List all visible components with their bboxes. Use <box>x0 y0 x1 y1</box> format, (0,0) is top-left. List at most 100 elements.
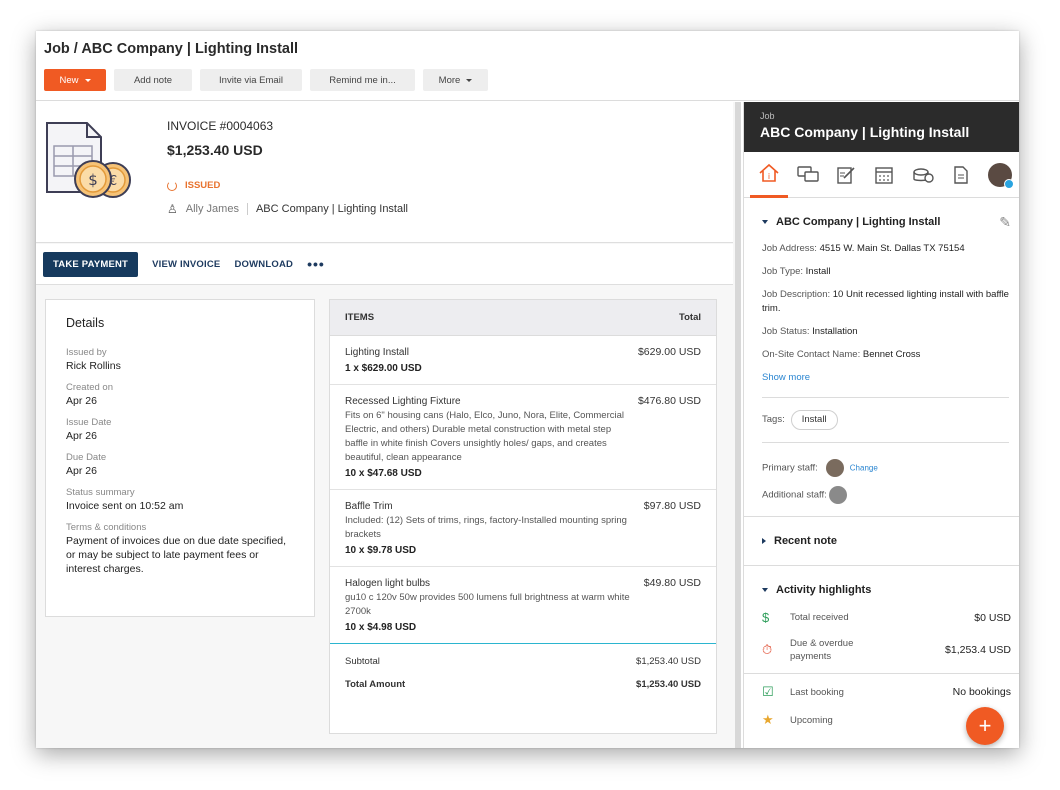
detail-key: Status summary <box>66 487 135 498</box>
user-badge-icon <box>1003 178 1014 189</box>
item-amount: $629.00 USD <box>637 346 701 358</box>
subtotal-row: Subtotal $1,253.40 USD <box>330 656 716 667</box>
more-actions-icon[interactable]: ••• <box>307 256 325 272</box>
status-label: ISSUED <box>185 180 221 191</box>
field-key: Job Address: <box>762 243 817 254</box>
total-label: Total Amount <box>345 679 406 690</box>
subtotal-label: Subtotal <box>345 656 380 667</box>
tag-pill[interactable]: Install <box>790 410 838 430</box>
totals-divider <box>330 643 716 644</box>
activity-section: Activity highlights <box>744 566 1019 604</box>
details-title: Details <box>66 316 105 330</box>
detail-field: Terms & conditions Payment of invoices du… <box>66 521 294 576</box>
tab-home[interactable]: i <box>750 152 789 198</box>
invoice-summary: € $ INVOICE #0004063 $1,253.40 USD ISSUE… <box>36 102 733 243</box>
avatar <box>825 459 844 477</box>
invoice-actions: TAKE PAYMENT VIEW INVOICE DOWNLOAD ••• <box>36 244 733 285</box>
job-address: Job Address: 4515 W. Main St. Dallas TX … <box>762 242 1009 256</box>
take-payment-button[interactable]: TAKE PAYMENT <box>43 251 139 277</box>
details-card: Details Issued by Rick Rollins Created on… <box>45 299 315 617</box>
detail-value: Payment of invoices due on due date spec… <box>66 535 287 575</box>
item-amount: $97.80 USD <box>643 500 701 512</box>
item-qty: 10 x $9.78 USD <box>345 545 417 556</box>
recent-note-title: Recent note <box>774 535 837 547</box>
table-row: Recessed Lighting Fixture Fits on 6" hou… <box>330 385 716 490</box>
item-description: Fits on 6" housing cans (Halo, Elco, Jun… <box>345 410 624 463</box>
activity-title: Activity highlights <box>776 584 872 596</box>
item-description: Included: (12) Sets of trims, rings, fac… <box>345 515 627 540</box>
scrollbar[interactable] <box>735 102 741 748</box>
onsite-contact: On-Site Contact Name: Bennet Cross <box>762 348 1009 362</box>
status-badge: ISSUED <box>167 180 220 191</box>
activity-toggle[interactable]: Activity highlights <box>762 584 1009 596</box>
more-button[interactable]: More <box>423 69 488 91</box>
new-button[interactable]: New <box>44 69 106 91</box>
chevron-down-icon <box>84 78 91 82</box>
panel-subtitle: Job <box>760 111 775 121</box>
job-side-panel: Job ABC Company | Lighting Install i ABC… <box>743 102 1019 748</box>
highlight-value: $1,253.4 USD <box>945 644 1011 656</box>
money-hand-icon: $ <box>762 610 770 625</box>
invite-email-button[interactable]: Invite via Email <box>200 69 302 91</box>
add-fab-button[interactable]: + <box>966 707 1004 745</box>
show-more-link[interactable]: Show more <box>762 372 810 383</box>
job-link[interactable]: ABC Company | Lighting Install <box>256 203 408 215</box>
detail-value: Rick Rollins <box>66 360 121 372</box>
item-amount: $476.80 USD <box>637 395 701 407</box>
chevron-right-icon <box>762 538 766 544</box>
chevron-down-icon <box>762 220 768 224</box>
detail-value: Apr 26 <box>66 395 97 407</box>
edit-note-icon <box>837 166 855 184</box>
field-value: 4515 W. Main St. Dallas TX 75154 <box>819 243 965 254</box>
item-qty: 1 x $629.00 USD <box>345 363 422 374</box>
tags-label: Tags: <box>762 414 785 425</box>
total-row: Total Amount $1,253.40 USD <box>330 679 716 690</box>
owner-name[interactable]: Ally James <box>186 203 239 215</box>
divider <box>762 442 1009 443</box>
tab-messages[interactable] <box>788 152 826 198</box>
field-key: Job Type: <box>762 266 804 277</box>
job-status: Job Status: Installation <box>762 325 1009 339</box>
remind-me-button[interactable]: Remind me in... <box>310 69 415 91</box>
job-info-toggle[interactable]: ABC Company | Lighting Install <box>762 216 1009 228</box>
tab-payments[interactable] <box>904 152 942 198</box>
avatar <box>828 486 847 504</box>
field-value: Bennet Cross <box>862 349 921 360</box>
download-button[interactable]: DOWNLOAD <box>234 259 293 270</box>
tab-notes[interactable] <box>827 152 865 198</box>
list-item: $ Total received $0 USD <box>744 604 1019 631</box>
detail-value: Invoice sent on 10:52 am <box>66 500 184 512</box>
detail-field: Due Date Apr 26 <box>66 451 294 478</box>
calendar-icon <box>875 166 894 184</box>
table-row: Baffle Trim Included: (12) Sets of trims… <box>330 490 716 567</box>
tags-row: Tags: Install <box>762 410 1009 430</box>
detail-value: Apr 26 <box>66 430 97 442</box>
item-description: gu10 c 120v 50w provides 500 lumens full… <box>345 592 630 617</box>
items-table-header: ITEMS Total <box>330 300 716 336</box>
new-button-label: New <box>59 74 79 86</box>
chat-icon <box>796 165 819 182</box>
tab-documents[interactable] <box>942 152 980 198</box>
pencil-icon[interactable]: ✎ <box>999 214 1011 231</box>
detail-key: Issue Date <box>66 417 112 428</box>
recent-note-toggle[interactable]: Recent note <box>762 535 1009 547</box>
field-key: Job Status: <box>762 326 810 337</box>
items-table: ITEMS Total Lighting Install 1 x $629.00… <box>329 299 717 734</box>
tab-contact[interactable] <box>981 152 1019 198</box>
view-invoice-button[interactable]: VIEW INVOICE <box>152 259 220 270</box>
header-toolbar: New Add note Invite via Email Remind me … <box>44 69 488 91</box>
invoice-amount: $1,253.40 USD <box>167 142 263 158</box>
add-note-button[interactable]: Add note <box>114 69 192 91</box>
detail-value: Apr 26 <box>66 465 97 477</box>
table-row: Halogen light bulbs gu10 c 120v 50w prov… <box>330 567 716 643</box>
app-window: Job / ABC Company | Lighting Install New… <box>36 31 1019 748</box>
column-header-total: Total <box>679 312 701 323</box>
subtotal-value: $1,253.40 USD <box>636 656 701 667</box>
tab-calendar[interactable] <box>865 152 903 198</box>
invoice-content: € $ INVOICE #0004063 $1,253.40 USD ISSUE… <box>36 102 736 748</box>
change-staff-link[interactable]: Change <box>850 464 878 473</box>
primary-staff-label: Primary staff: <box>762 462 818 474</box>
highlight-label: Due & overdue payments <box>790 638 854 662</box>
item-amount: $49.80 USD <box>643 577 701 589</box>
detail-field: Created on Apr 26 <box>66 381 294 408</box>
